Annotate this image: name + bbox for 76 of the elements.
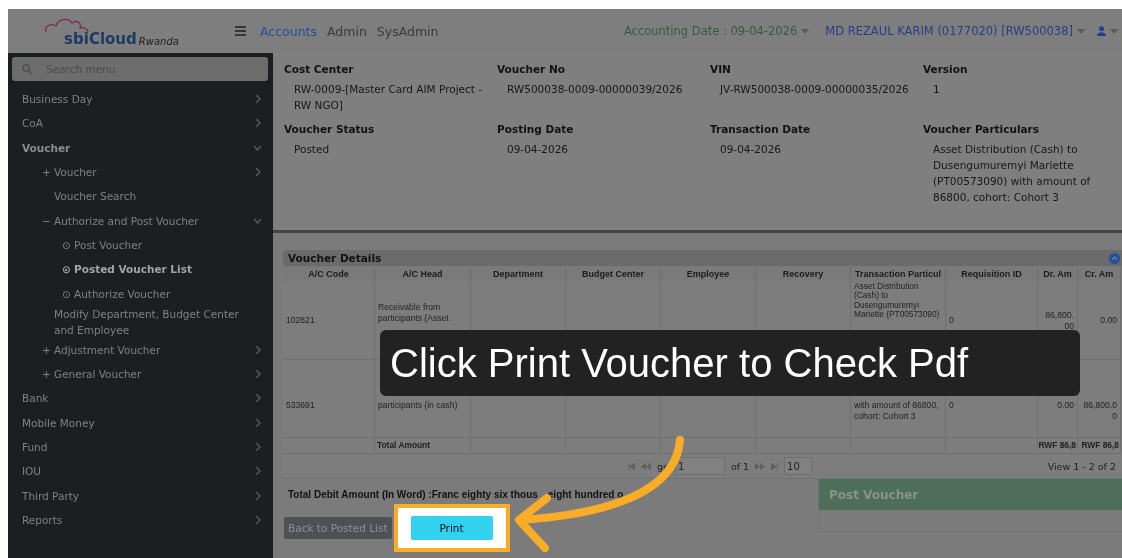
chevron-icon xyxy=(254,119,261,128)
table-cell: 533691 xyxy=(283,360,375,438)
user-icon[interactable] xyxy=(1097,26,1106,36)
sidebar-item[interactable]: + Voucher xyxy=(8,159,273,185)
field-label: Version xyxy=(923,63,969,75)
field-value: Posted xyxy=(293,142,331,157)
sidebar-item[interactable]: Modify Department, Budget Center and Employee xyxy=(8,305,273,338)
field-value: Asset Distribution (Cash) to Dusengumuremyi Mariette (PT00573090) with amount of 86800, cohort: Cohort 3 xyxy=(932,142,1092,205)
chevron-icon xyxy=(254,418,261,427)
caret-icon xyxy=(801,28,810,34)
sidebar-item[interactable]: Mobile Money xyxy=(8,410,273,435)
panel-title: Voucher Details xyxy=(288,252,382,264)
page-count: of 1 xyxy=(730,460,750,472)
table-cell: RWF 86,8 xyxy=(1078,438,1121,454)
table-cell: Total Amount xyxy=(375,438,471,454)
sidebar-item[interactable]: + Adjustment Voucher xyxy=(8,337,273,362)
nav-tab[interactable]: Admin xyxy=(327,23,367,39)
collapse-icon[interactable] xyxy=(1109,252,1120,264)
sidebar-item[interactable]: Fund xyxy=(8,434,273,460)
chevron-icon xyxy=(254,345,261,354)
field-label: Posting Date xyxy=(497,123,575,135)
chevron-icon xyxy=(254,143,261,152)
back-button[interactable]: Back to Posted List xyxy=(284,517,392,539)
search-icon xyxy=(22,64,32,74)
sidebar-item[interactable]: + General Voucher xyxy=(8,361,273,387)
field-value: RW500038-0009-00000039/2026 xyxy=(506,82,684,97)
chevron-icon xyxy=(254,515,261,524)
user-menu[interactable]: MD REZAUL KARIM (0177020) [RW500038] xyxy=(825,24,1073,38)
previous-page-icon[interactable] xyxy=(641,462,651,470)
sidebar-item[interactable]: ⊙ Post Voucher xyxy=(8,232,273,258)
nav-tab[interactable]: SysAdmin xyxy=(376,23,439,39)
chevron-icon xyxy=(254,370,261,379)
sidebar-item[interactable]: Business Day xyxy=(8,87,273,112)
amount-in-words: Total Debit Amount (In Word) :Franc eighty six thous xyxy=(288,489,538,500)
sidebar-item[interactable]: Bank xyxy=(8,386,273,411)
last-page-icon[interactable] xyxy=(771,462,779,470)
field-label: Voucher Status xyxy=(284,123,376,135)
page-size-field[interactable]: 10 xyxy=(784,457,813,475)
field-label: Transaction Date xyxy=(710,123,812,135)
chevron-icon xyxy=(254,95,261,104)
sidebar-item[interactable]: − Authorize and Post Voucher xyxy=(8,208,273,233)
callout: Click Print Voucher to Check Pdf xyxy=(380,330,1080,396)
field-label: Cost Center xyxy=(284,63,355,75)
table-cell: 102821 xyxy=(283,282,375,360)
caret-icon xyxy=(1110,28,1118,34)
print-button[interactable]: Print xyxy=(410,516,493,540)
page-field[interactable]: 1 xyxy=(674,457,725,475)
chevron-icon xyxy=(254,394,261,403)
record-count: View 1 - 2 of 2 xyxy=(1047,460,1116,472)
chevron-icon xyxy=(254,168,261,177)
field-label: Voucher Particulars xyxy=(923,123,1040,135)
sidebar-item[interactable]: Reports xyxy=(8,507,273,533)
sidebar-item[interactable]: ⊙ Authorize Voucher xyxy=(8,281,273,306)
field-value: RW-0009-[Master Card AIM Project - RW NGO] xyxy=(293,82,484,113)
table-cell: RWF 86,8 xyxy=(1038,438,1078,454)
chevron-icon xyxy=(254,216,261,225)
caret-icon xyxy=(1077,28,1085,34)
sidebar-item[interactable]: Voucher xyxy=(8,135,273,160)
field-value: 09-04-2026 xyxy=(719,142,783,157)
next-page-icon[interactable] xyxy=(755,462,766,470)
chevron-icon xyxy=(254,467,261,476)
first-page-icon[interactable] xyxy=(628,462,635,470)
logo: sbiCloud Rwanda xyxy=(8,14,235,48)
sidebar-item[interactable]: IOU xyxy=(8,459,273,484)
field-label: Voucher No xyxy=(497,63,566,75)
sidebar-item[interactable]: Voucher Search xyxy=(8,184,273,209)
chevron-icon xyxy=(254,491,261,500)
field-label: VIN xyxy=(710,63,732,75)
field-value: 09-04-2026 xyxy=(506,142,570,157)
sidebar-item[interactable]: ⊙ Posted Voucher List xyxy=(8,257,273,282)
field-value: 1 xyxy=(932,82,941,97)
sidebar-item[interactable]: Third Party xyxy=(8,483,273,508)
sidebar-item[interactable]: CoA xyxy=(8,111,273,136)
menu-icon[interactable] xyxy=(235,26,246,36)
chevron-icon xyxy=(254,443,261,451)
field-value: JV-RW500038-0009-00000035/2026 xyxy=(718,82,910,97)
